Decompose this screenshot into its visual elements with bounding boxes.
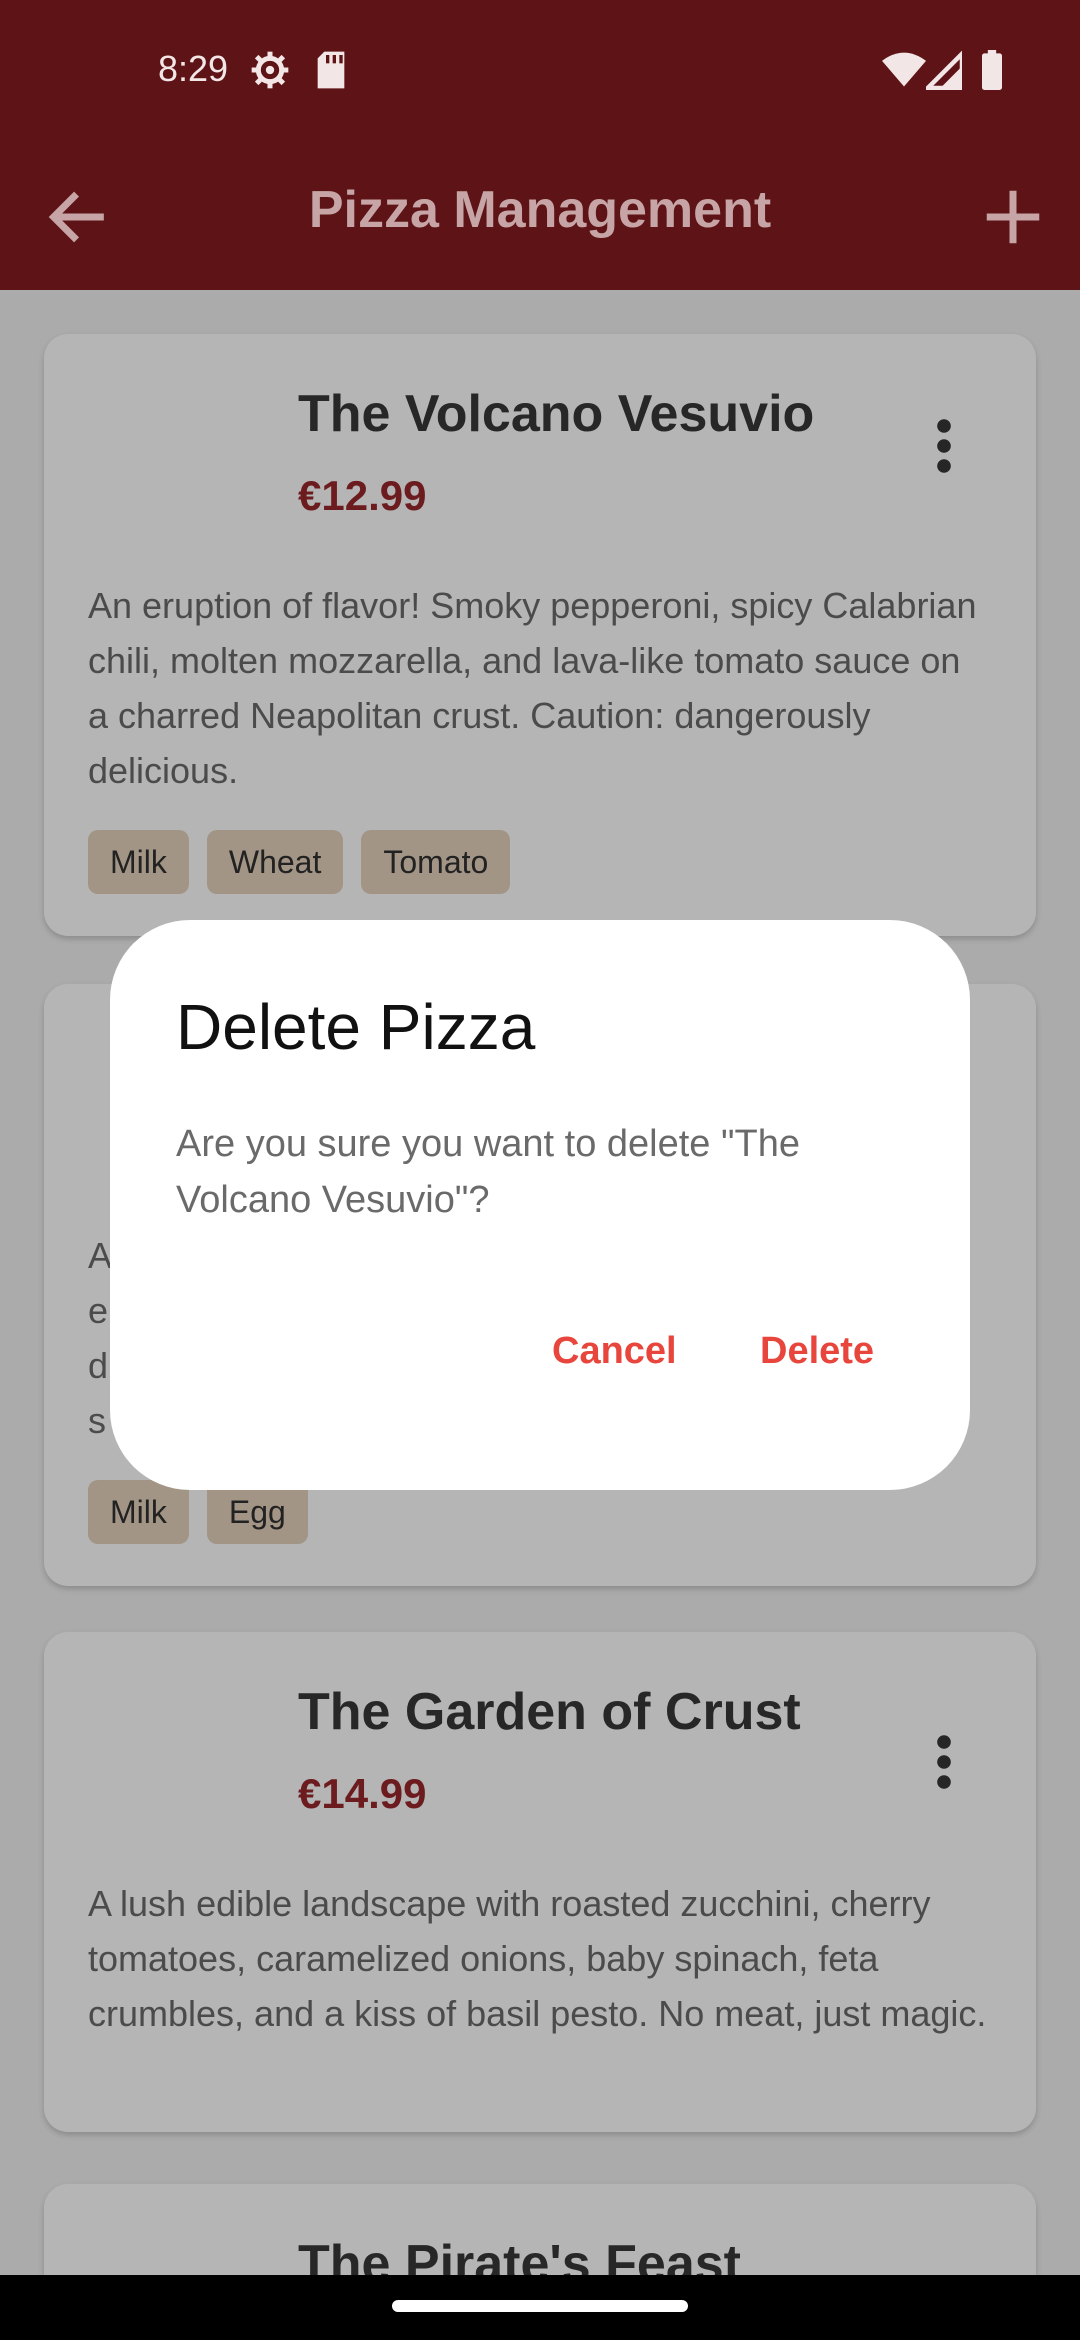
screen: 8:29 Pizza Management The Volcano Vesuvi… [0, 0, 1080, 2340]
dialog-title: Delete Pizza [176, 991, 536, 1063]
delete-button[interactable]: Delete [760, 1330, 874, 1373]
home-gesture-handle[interactable] [392, 2300, 688, 2312]
dialog-message: Are you sure you want to delete "The Vol… [176, 1123, 800, 1221]
cancel-button[interactable]: Cancel [552, 1330, 677, 1373]
navigation-bar [0, 2275, 1080, 2340]
delete-dialog: Delete Pizza Are you sure you want to de… [110, 920, 970, 1490]
